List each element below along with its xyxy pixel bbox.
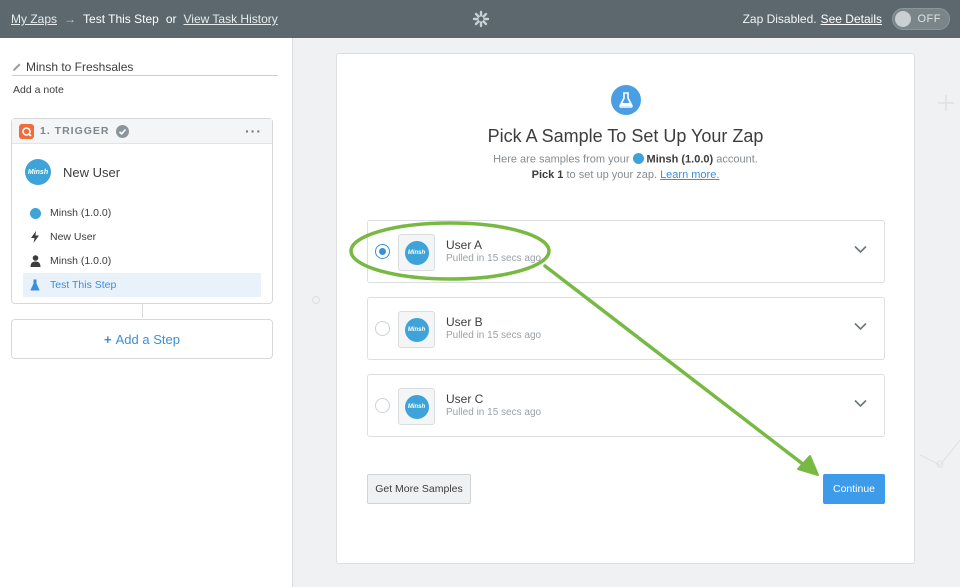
chevron-down-icon[interactable] <box>854 245 867 254</box>
get-more-samples-button[interactable]: Get More Samples <box>367 474 471 504</box>
sample-description: Here are samples from your Minsh (1.0.0)… <box>337 153 914 166</box>
sample-picker-card: Pick A Sample To Set Up Your Zap Here ar… <box>336 53 915 564</box>
pencil-icon <box>13 63 21 71</box>
minsh-app-icon <box>632 153 644 164</box>
step-connector <box>142 304 143 318</box>
chevron-down-icon[interactable] <box>854 322 867 331</box>
sample-pulled-time: Pulled in 15 secs ago <box>446 253 542 264</box>
app-logo-icon <box>29 207 41 219</box>
see-details-link[interactable]: See Details <box>821 12 882 26</box>
zapier-snowflake-icon <box>472 10 490 28</box>
step-label: New User <box>50 231 97 243</box>
sample-item-user-b[interactable]: Minsh User B Pulled in 15 secs ago <box>367 297 885 360</box>
toggle-knob <box>895 11 911 27</box>
trigger-card: 1. TRIGGER ··· Minsh New User Minsh (1.0… <box>11 118 273 304</box>
zap-status-text: Zap Disabled. <box>742 12 817 26</box>
breadcrumb-current: Test This Step <box>83 12 159 26</box>
sample-radio[interactable] <box>375 321 390 336</box>
continue-button[interactable]: Continue <box>823 474 885 504</box>
sample-pulled-time: Pulled in 15 secs ago <box>446 330 542 341</box>
trigger-header[interactable]: 1. TRIGGER ··· <box>12 119 272 144</box>
trigger-label: 1. TRIGGER <box>40 125 110 137</box>
trigger-step-list: Minsh (1.0.0) New User Minsh (1.0.0) Tes… <box>23 201 261 297</box>
step-choose-trigger[interactable]: New User <box>23 225 261 249</box>
bolt-icon <box>29 231 41 243</box>
step-label: Minsh (1.0.0) <box>50 255 112 267</box>
breadcrumb-or: or <box>165 12 177 26</box>
sample-name: User B <box>446 315 483 329</box>
trigger-app-icon <box>19 123 34 139</box>
step-label: Test This Step <box>50 279 117 291</box>
flask-icon <box>611 85 641 115</box>
add-step-button[interactable]: + Add a Step <box>11 319 273 359</box>
sample-app-logo: Minsh <box>398 388 435 425</box>
zap-name-text: Minsh to Freshsales <box>26 60 134 74</box>
step-test[interactable]: Test This Step <box>23 273 261 297</box>
view-task-history-link[interactable]: View Task History <box>184 12 278 26</box>
plus-icon: + <box>104 331 112 347</box>
chevron-down-icon[interactable] <box>854 399 867 408</box>
page-title: Pick A Sample To Set Up Your Zap <box>487 126 764 146</box>
sidebar: Minsh to Freshsales Add a note 1. TRIGGE… <box>0 38 293 587</box>
pick-instruction-text: to set up your zap. <box>566 169 658 181</box>
learn-more-link[interactable]: Learn more. <box>660 169 719 181</box>
sample-radio[interactable] <box>375 244 390 259</box>
sample-item-user-c[interactable]: Minsh User C Pulled in 15 secs ago <box>367 374 885 437</box>
breadcrumb-arrow: → <box>64 12 77 26</box>
zap-status-area: Zap Disabled. See Details OFF <box>743 0 950 38</box>
minsh-logo: Minsh <box>25 159 51 185</box>
sample-pulled-time: Pulled in 15 secs ago <box>446 407 542 418</box>
background-circle <box>311 295 321 305</box>
trigger-app-row[interactable]: Minsh New User <box>25 159 120 185</box>
add-note-link[interactable]: Add a note <box>13 84 64 96</box>
sample-app-logo: Minsh <box>398 311 435 348</box>
sample-description-post: account. <box>716 153 758 166</box>
sample-name: User A <box>446 238 483 252</box>
step-account[interactable]: Minsh (1.0.0) <box>23 249 261 273</box>
flask-icon <box>29 279 41 291</box>
toggle-label: OFF <box>917 13 941 25</box>
pick-count: Pick 1 <box>531 169 564 181</box>
trigger-title: New User <box>63 164 121 180</box>
zap-on-off-toggle[interactable]: OFF <box>892 8 950 30</box>
person-icon <box>29 255 41 267</box>
sample-app-logo: Minsh <box>398 234 435 271</box>
more-options-icon[interactable]: ··· <box>245 123 262 139</box>
background-decoration <box>920 95 960 468</box>
step-label: Minsh (1.0.0) <box>50 207 112 219</box>
sample-description-pre: Here are samples from your <box>493 153 630 166</box>
top-bar: My Zaps → Test This Step or View Task Hi… <box>0 0 960 38</box>
pick-instruction: Pick 1 to set up your zap. Learn more. <box>337 169 914 181</box>
add-step-label: Add a Step <box>115 331 180 347</box>
my-zaps-link[interactable]: My Zaps <box>11 12 57 26</box>
step-choose-app[interactable]: Minsh (1.0.0) <box>23 201 261 225</box>
sample-radio[interactable] <box>375 398 390 413</box>
sample-item-user-a[interactable]: Minsh User A Pulled in 15 secs ago <box>367 220 885 283</box>
account-name: Minsh (1.0.0) <box>646 153 714 166</box>
checkmark-icon <box>115 124 129 138</box>
zap-name-field[interactable]: Minsh to Freshsales <box>12 59 278 76</box>
sample-name: User C <box>446 392 484 406</box>
